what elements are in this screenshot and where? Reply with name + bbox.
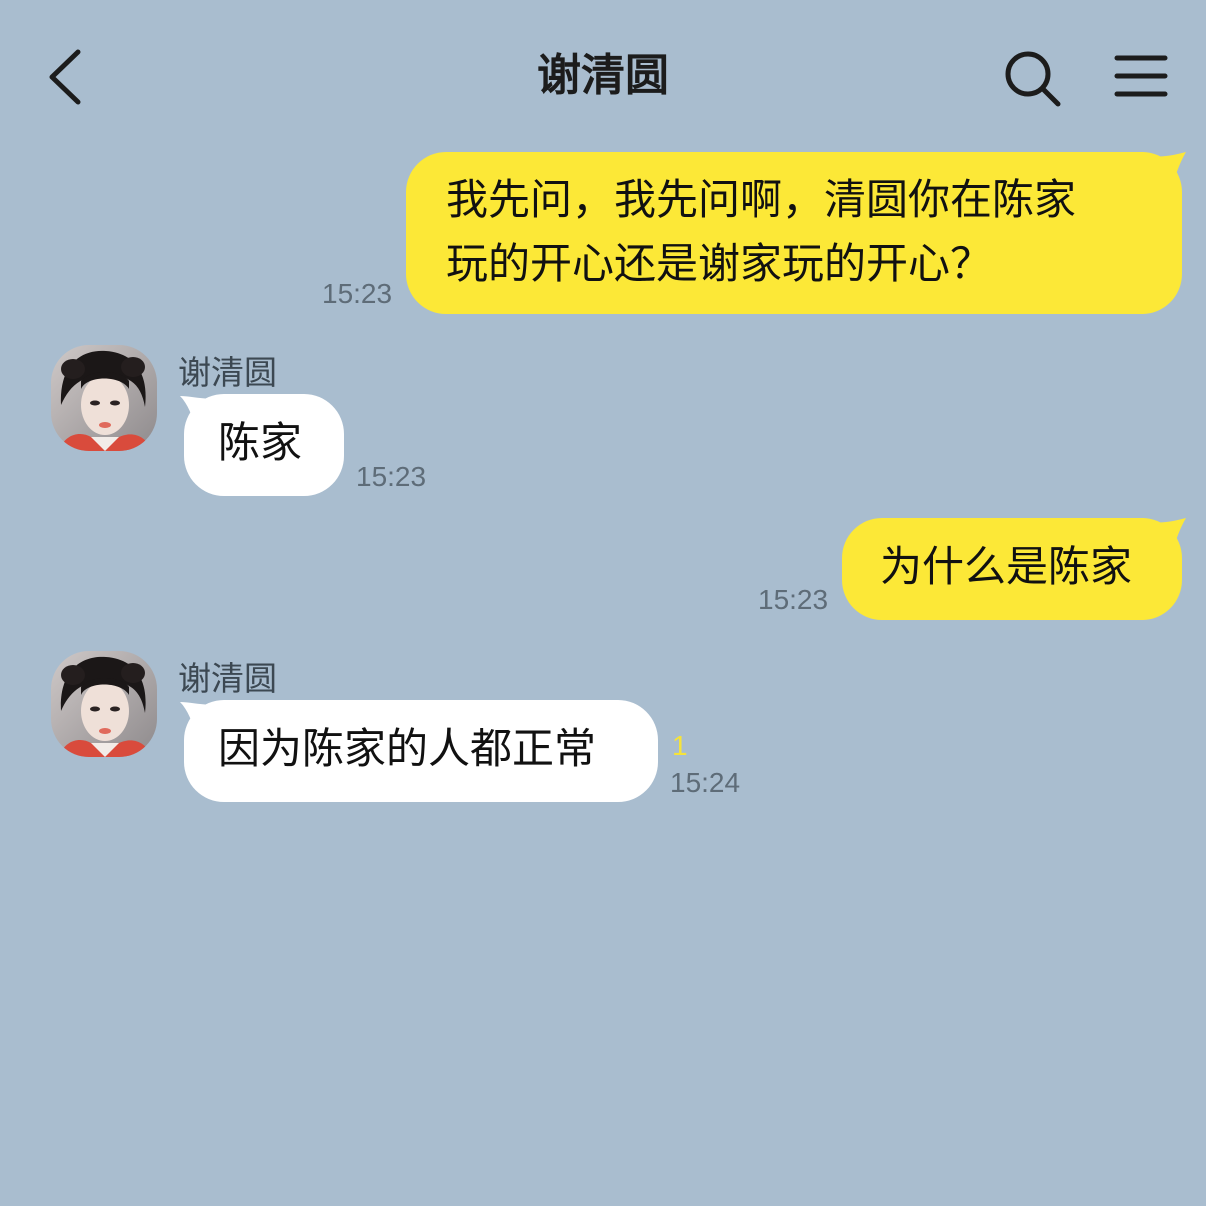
chevron-left-icon: [49, 49, 81, 105]
menu-button[interactable]: [1112, 52, 1170, 102]
hamburger-menu-icon: [1114, 55, 1168, 97]
message-text-line: 我先问，我先问啊，清圆你在陈家: [446, 175, 1077, 224]
message-bubble[interactable]: 因为陈家的人都正常: [184, 700, 658, 802]
avatar[interactable]: [51, 345, 157, 451]
back-button[interactable]: [40, 42, 100, 112]
message-text-line: 玩的开心还是谢家玩的开心？: [446, 239, 993, 288]
message-time: 15:23: [356, 461, 427, 492]
message-text: 陈家: [218, 418, 303, 467]
avatar[interactable]: [51, 651, 157, 757]
search-button[interactable]: [1002, 48, 1064, 108]
search-icon: [1005, 51, 1061, 107]
sender-name: 谢清圆: [178, 353, 277, 392]
message-time: 15:24: [670, 767, 741, 798]
sender-name: 谢清圆: [178, 659, 277, 698]
message-time: 15:23: [322, 278, 393, 309]
message-time: 15:23: [758, 584, 829, 615]
chat-header: 谢清圆: [0, 0, 1206, 150]
unread-count: 1: [672, 730, 688, 761]
message-bubble[interactable]: 我先问，我先问啊，清圆你在陈家 玩的开心还是谢家玩的开心？: [406, 152, 1182, 314]
message-text: 因为陈家的人都正常: [218, 724, 597, 773]
message-bubble[interactable]: 陈家: [184, 394, 344, 496]
message-text: 为什么是陈家: [880, 542, 1133, 591]
message-bubble[interactable]: 为什么是陈家: [842, 518, 1182, 620]
